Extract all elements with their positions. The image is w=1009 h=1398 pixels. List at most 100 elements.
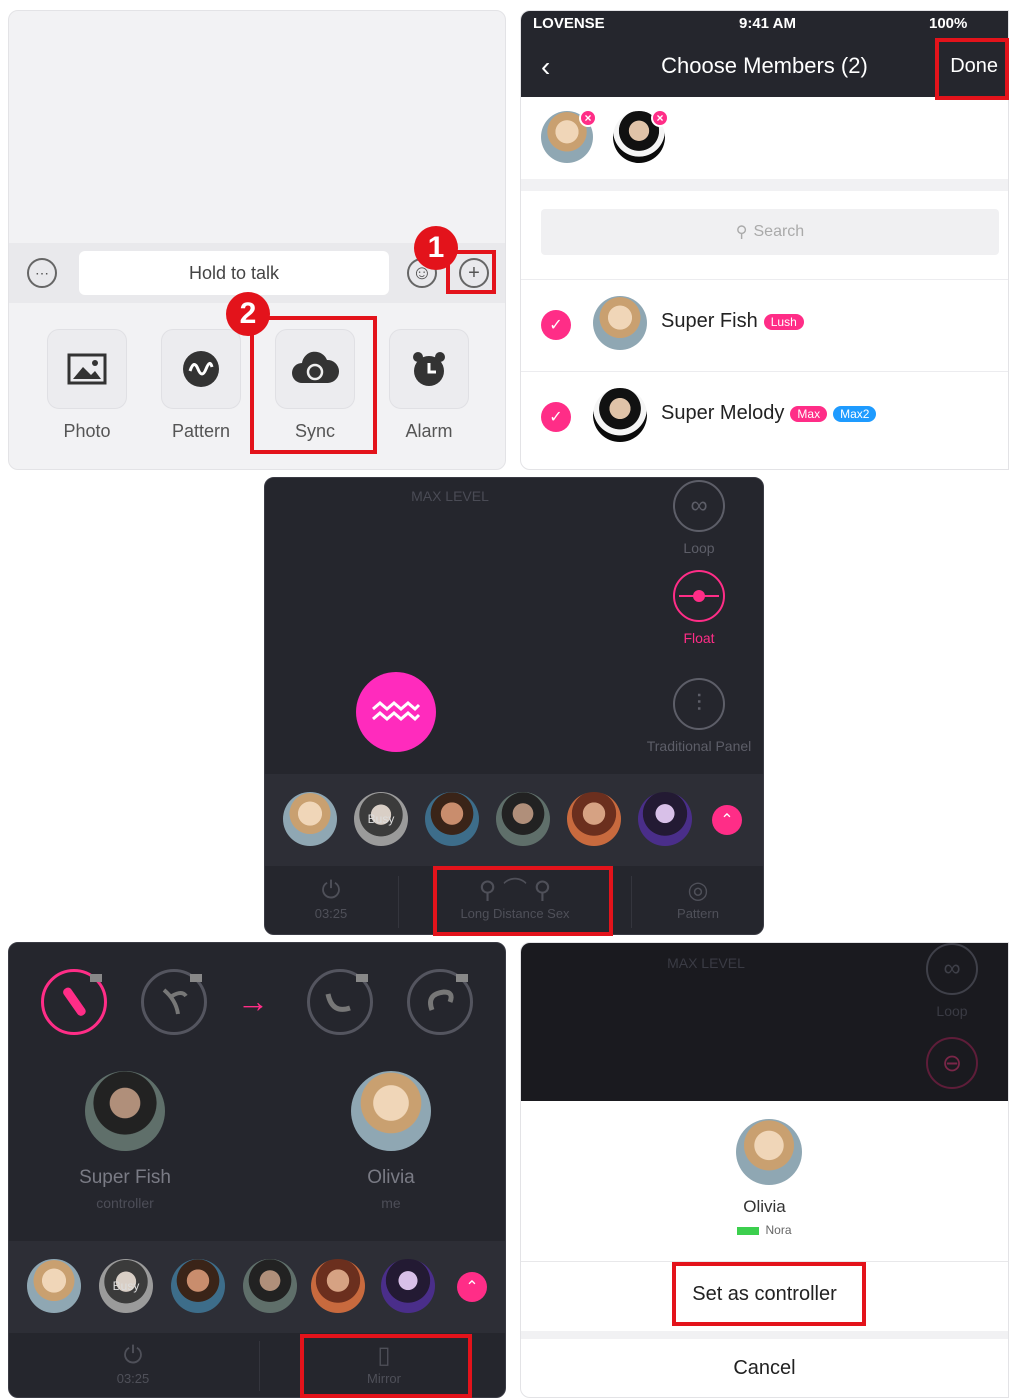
photo-label: Photo [63,421,111,441]
hold-to-talk-button[interactable]: Hold to talk [79,251,389,295]
sync-tool[interactable]: Sync [275,329,355,442]
user-name: Olivia [743,1197,786,1216]
friends-strip: Busy ⌃ [9,1241,505,1333]
wave-icon [183,351,219,387]
loop-button[interactable]: ∞ Loop [633,480,763,556]
busy-label: Busy [112,1279,140,1293]
power-button[interactable]: ⏻ 03:25 [9,1333,257,1397]
done-button[interactable]: Done [950,55,998,78]
pattern-tool[interactable]: Pattern [161,329,241,442]
divider [259,1341,260,1391]
power-button[interactable]: ⏻ 03:25 [265,866,397,934]
sync-label: Sync [294,421,336,441]
max-level-label: MAX LEVEL [411,488,489,504]
loop-label: Loop [936,1003,968,1019]
battery-icon [190,974,202,982]
arrow-right-icon: → [237,983,269,1019]
divider [521,1331,1008,1339]
avatar[interactable] [27,1259,81,1313]
avatar[interactable]: Busy [99,1259,153,1313]
avatar[interactable] [171,1259,225,1313]
controller-role: controller [96,1195,154,1211]
selected-member-chip[interactable]: × [613,109,669,163]
selected-member-chip[interactable]: × [541,109,597,163]
search-icon: ⚲ [735,224,748,241]
remove-icon[interactable]: × [579,109,597,127]
search-input[interactable]: ⚲ Search [541,209,999,255]
alarm-tool[interactable]: Alarm [389,329,469,442]
toy-ambi-icon[interactable] [407,969,473,1035]
add-plus-button[interactable]: + [459,258,489,288]
alarm-label: Alarm [405,421,453,441]
me-role: me [381,1195,401,1211]
controller-user: Super Fish controller [45,1071,205,1211]
power-icon: ⏻ [123,1342,143,1369]
toy-lush-icon[interactable] [41,969,107,1035]
avatar [593,388,647,442]
phone-icon: ▯ [377,1342,391,1369]
avatar[interactable] [243,1259,297,1313]
status-time: 9:41 AM [739,15,796,32]
wave-control-button[interactable] [356,672,436,752]
infinity-icon: ∞ [673,480,725,532]
float-icon [673,570,725,622]
bottom-bar: ⏻ 03:25 ▯ Mirror [9,1333,505,1397]
bottom-bar: ⏻ 03:25 ⚲ ⌒ ⚲ Long Distance Sex ◎ Patter… [265,866,763,934]
avatar[interactable] [567,792,621,846]
me-user: Olivia me [311,1071,471,1211]
long-distance-label: Long Distance Sex [460,906,570,921]
member-row[interactable]: ✓ Super Melody Max Max2 [521,371,1008,461]
avatar [351,1071,431,1151]
avatar[interactable]: Busy [354,792,408,846]
device-name: Nora [765,1223,792,1237]
timer-label: 03:25 [116,1371,150,1386]
member-name: Super Fish [661,310,758,332]
battery-icon [456,974,468,982]
friends-strip: Busy ⌃ [265,774,763,866]
page-title: Choose Members (2) [661,53,868,78]
controller-sheet-panel: MAX LEVEL ∞ Loop ⊖ Olivia Nora Set as co… [520,942,1009,1398]
nav-bar: LOVENSE 9:41 AM 100% ‹ Choose Members (2… [521,11,1008,97]
avatar[interactable] [638,792,692,846]
wave-icon: ◎ [687,877,709,904]
toy-nora-icon[interactable] [141,969,207,1035]
control-panel: MAX LEVEL ∞ Loop Float ⫶ Traditional Pan… [264,477,764,935]
avatar[interactable] [425,792,479,846]
float-button[interactable]: Float [633,570,763,646]
avatar [85,1071,165,1151]
step-badge-1: 1 [414,226,458,270]
member-row[interactable]: ✓ Super Fish Lush [521,279,1008,369]
checkmark-icon[interactable]: ✓ [541,402,571,432]
chevron-up-icon[interactable]: ⌃ [712,805,742,835]
timer-label: 03:25 [314,906,348,921]
step-badge-2: 2 [226,292,270,336]
set-as-controller-button[interactable]: Set as controller [521,1283,1008,1306]
control-backdrop: MAX LEVEL ∞ Loop ⊖ [521,943,1008,1101]
avatar[interactable] [496,792,550,846]
avatar [736,1119,802,1185]
device-status: Nora [521,1223,1008,1237]
photo-tool[interactable]: Photo [47,329,127,442]
traditional-panel-button[interactable]: ⫶ Traditional Panel [633,678,763,754]
long-distance-sex-button[interactable]: ⚲ ⌒ ⚲ Long Distance Sex [399,866,631,934]
mirror-button[interactable]: ▯ Mirror [261,1333,505,1397]
pattern-label: Pattern [171,421,231,441]
toy-osci-icon[interactable] [307,969,373,1035]
cancel-button[interactable]: Cancel [521,1357,1008,1380]
checkmark-icon[interactable]: ✓ [541,310,571,340]
chevron-up-icon[interactable]: ⌃ [457,1272,487,1302]
avatar[interactable] [283,792,337,846]
max-level-label: MAX LEVEL [667,955,745,971]
power-icon: ⏻ [321,877,341,904]
traditional-panel-label: Traditional Panel [646,738,752,754]
divider [521,1261,1008,1262]
pattern-button[interactable]: ◎ Pattern [632,866,763,934]
battery-icon [90,974,102,982]
avatar [593,296,647,350]
keyboard-icon[interactable]: ⋯ [27,258,57,288]
avatar[interactable] [311,1259,365,1313]
status-carrier: LOVENSE [533,15,605,32]
avatar[interactable] [381,1259,435,1313]
divider [521,179,1008,191]
remove-icon[interactable]: × [651,109,669,127]
